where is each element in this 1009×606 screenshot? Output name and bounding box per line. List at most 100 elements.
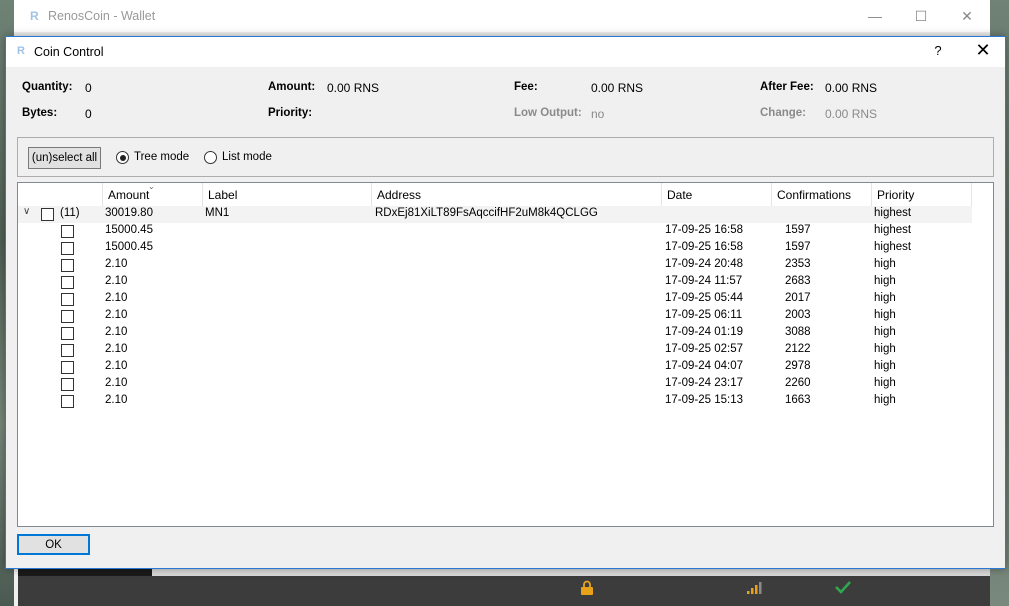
amount-value[interactable]: 0.00 RNS <box>327 81 379 95</box>
row-checkbox[interactable] <box>61 310 74 323</box>
quantity-value[interactable]: 0 <box>85 81 92 95</box>
row-checkbox[interactable] <box>61 378 74 391</box>
checkmark-icon[interactable] <box>835 580 851 594</box>
row-checkbox[interactable] <box>61 276 74 289</box>
bytes-value[interactable]: 0 <box>85 107 92 121</box>
fee-value[interactable]: 0.00 RNS <box>591 81 643 95</box>
dialog-close-button[interactable]: ✕ <box>968 40 998 61</box>
column-header-address-label: Address <box>377 188 422 202</box>
column-header-priority-label: Priority <box>877 188 915 202</box>
amount-label: Amount: <box>268 81 316 93</box>
row-checkbox[interactable] <box>61 225 74 238</box>
ok-button[interactable]: OK <box>17 534 90 555</box>
row-checkbox[interactable] <box>61 361 74 374</box>
cell-date: 17-09-25 16:58 <box>665 224 744 236</box>
coin-tree-view[interactable]: ⌄ Amount Label Address Date Confirmation… <box>17 182 994 527</box>
dialog-titlebar: R Coin Control ? ✕ <box>6 37 1005 67</box>
column-header-label[interactable]: Label <box>203 183 372 206</box>
cell-priority: high <box>874 309 896 321</box>
cell-amount: 2.10 <box>105 394 128 406</box>
after-fee-value[interactable]: 0.00 RNS <box>825 81 877 95</box>
cell-confirmations: 2122 <box>785 343 811 355</box>
tree-row-child[interactable]: 2.10 17-09-24 11:57 2683 high <box>18 274 972 291</box>
cell-confirmations: 2683 <box>785 275 811 287</box>
column-header-priority[interactable]: Priority <box>872 183 972 206</box>
low-output-label: Low Output: <box>514 107 582 119</box>
row-checkbox[interactable] <box>41 208 54 221</box>
wallet-close-button[interactable]: ✕ <box>944 0 990 32</box>
renoscoin-logo-icon: R <box>30 9 39 23</box>
column-header-select[interactable] <box>18 183 103 206</box>
quantity-label: Quantity: <box>22 81 73 93</box>
tree-row-child[interactable]: 2.10 17-09-24 20:48 2353 high <box>18 257 972 274</box>
output-count: (11) <box>60 207 80 219</box>
cell-date: 17-09-24 01:19 <box>665 326 744 338</box>
unselect-all-button[interactable]: (un)select all <box>28 147 101 169</box>
cell-priority: high <box>874 377 896 389</box>
cell-priority: high <box>874 360 896 372</box>
cell-amount: 2.10 <box>105 309 128 321</box>
cell-priority: high <box>874 343 896 355</box>
cell-confirmations: 1597 <box>785 241 811 253</box>
column-header-address[interactable]: Address <box>372 183 662 206</box>
column-header-amount[interactable]: ⌄ Amount <box>103 183 203 206</box>
cell-priority: high <box>874 292 896 304</box>
cell-amount: 30019.80 <box>105 207 153 219</box>
chevron-down-icon[interactable]: ∨ <box>23 206 30 217</box>
cell-priority: high <box>874 394 896 406</box>
cell-date: 17-09-24 11:57 <box>665 275 743 287</box>
cell-date: 17-09-25 15:13 <box>665 394 744 406</box>
row-checkbox[interactable] <box>61 395 74 408</box>
list-mode-label[interactable]: List mode <box>222 151 272 163</box>
row-checkbox[interactable] <box>61 259 74 272</box>
cell-confirmations: 2978 <box>785 360 811 372</box>
row-checkbox[interactable] <box>61 293 74 306</box>
tree-row-child[interactable]: 2.10 17-09-24 23:17 2260 high <box>18 376 972 393</box>
tree-row-child[interactable]: 2.10 17-09-24 01:19 3088 high <box>18 325 972 342</box>
close-icon: ✕ <box>961 7 973 24</box>
cell-confirmations: 2260 <box>785 377 811 389</box>
cell-label: MN1 <box>205 207 230 219</box>
cell-priority: high <box>874 326 896 338</box>
cell-amount: 2.10 <box>105 343 128 355</box>
row-checkbox[interactable] <box>61 242 74 255</box>
cell-date: 17-09-25 06:11 <box>665 309 743 321</box>
change-value[interactable]: 0.00 RNS <box>825 107 877 121</box>
cell-confirmations: 2003 <box>785 309 811 321</box>
tree-mode-radio[interactable] <box>116 151 129 164</box>
column-header-confirmations[interactable]: Confirmations <box>772 183 872 206</box>
tree-row-child[interactable]: 15000.45 17-09-25 16:58 1597 highest <box>18 240 972 257</box>
cell-amount: 2.10 <box>105 360 128 372</box>
cell-priority: high <box>874 275 896 287</box>
tree-row-child[interactable]: 2.10 17-09-25 06:11 2003 high <box>18 308 972 325</box>
tree-row-child[interactable]: 15000.45 17-09-25 16:58 1597 highest <box>18 223 972 240</box>
cell-confirmations: 2353 <box>785 258 811 270</box>
tree-row-child[interactable]: 2.10 17-09-25 02:57 2122 high <box>18 342 972 359</box>
bytes-label: Bytes: <box>22 107 58 119</box>
wallet-statusbar <box>18 576 990 606</box>
cell-priority: highest <box>874 241 912 253</box>
row-checkbox[interactable] <box>61 327 74 340</box>
column-header-label-text: Label <box>208 188 238 202</box>
wallet-titlebar: R RenosCoin - Wallet — ☐ ✕ <box>14 0 990 32</box>
minimize-icon: — <box>868 8 882 24</box>
tree-mode-label[interactable]: Tree mode <box>134 151 189 163</box>
cell-date: 17-09-25 16:58 <box>665 241 744 253</box>
tree-row-child[interactable]: 2.10 17-09-25 15:13 1663 high <box>18 393 972 410</box>
row-checkbox[interactable] <box>61 344 74 357</box>
priority-label: Priority: <box>268 107 313 119</box>
column-header-date[interactable]: Date <box>662 183 772 206</box>
low-output-value[interactable]: no <box>591 107 604 121</box>
cell-amount: 2.10 <box>105 292 128 304</box>
lock-icon[interactable] <box>580 580 594 596</box>
list-mode-radio[interactable] <box>204 151 217 164</box>
maximize-button[interactable]: ☐ <box>898 0 944 32</box>
minimize-button[interactable]: — <box>852 0 898 32</box>
sync-progress-track <box>152 568 990 576</box>
coin-control-dialog: R Coin Control ? ✕ Quantity: 0 Bytes: 0 … <box>5 36 1006 569</box>
help-button[interactable]: ? <box>923 43 953 58</box>
tree-row-child[interactable]: 2.10 17-09-25 05:44 2017 high <box>18 291 972 308</box>
tree-row-child[interactable]: 2.10 17-09-24 04:07 2978 high <box>18 359 972 376</box>
signal-bars-icon[interactable] <box>746 581 762 595</box>
tree-row-parent[interactable]: ∨ (11) 30019.80 MN1 RDxEj81XiLT89FsAqcci… <box>18 206 972 223</box>
